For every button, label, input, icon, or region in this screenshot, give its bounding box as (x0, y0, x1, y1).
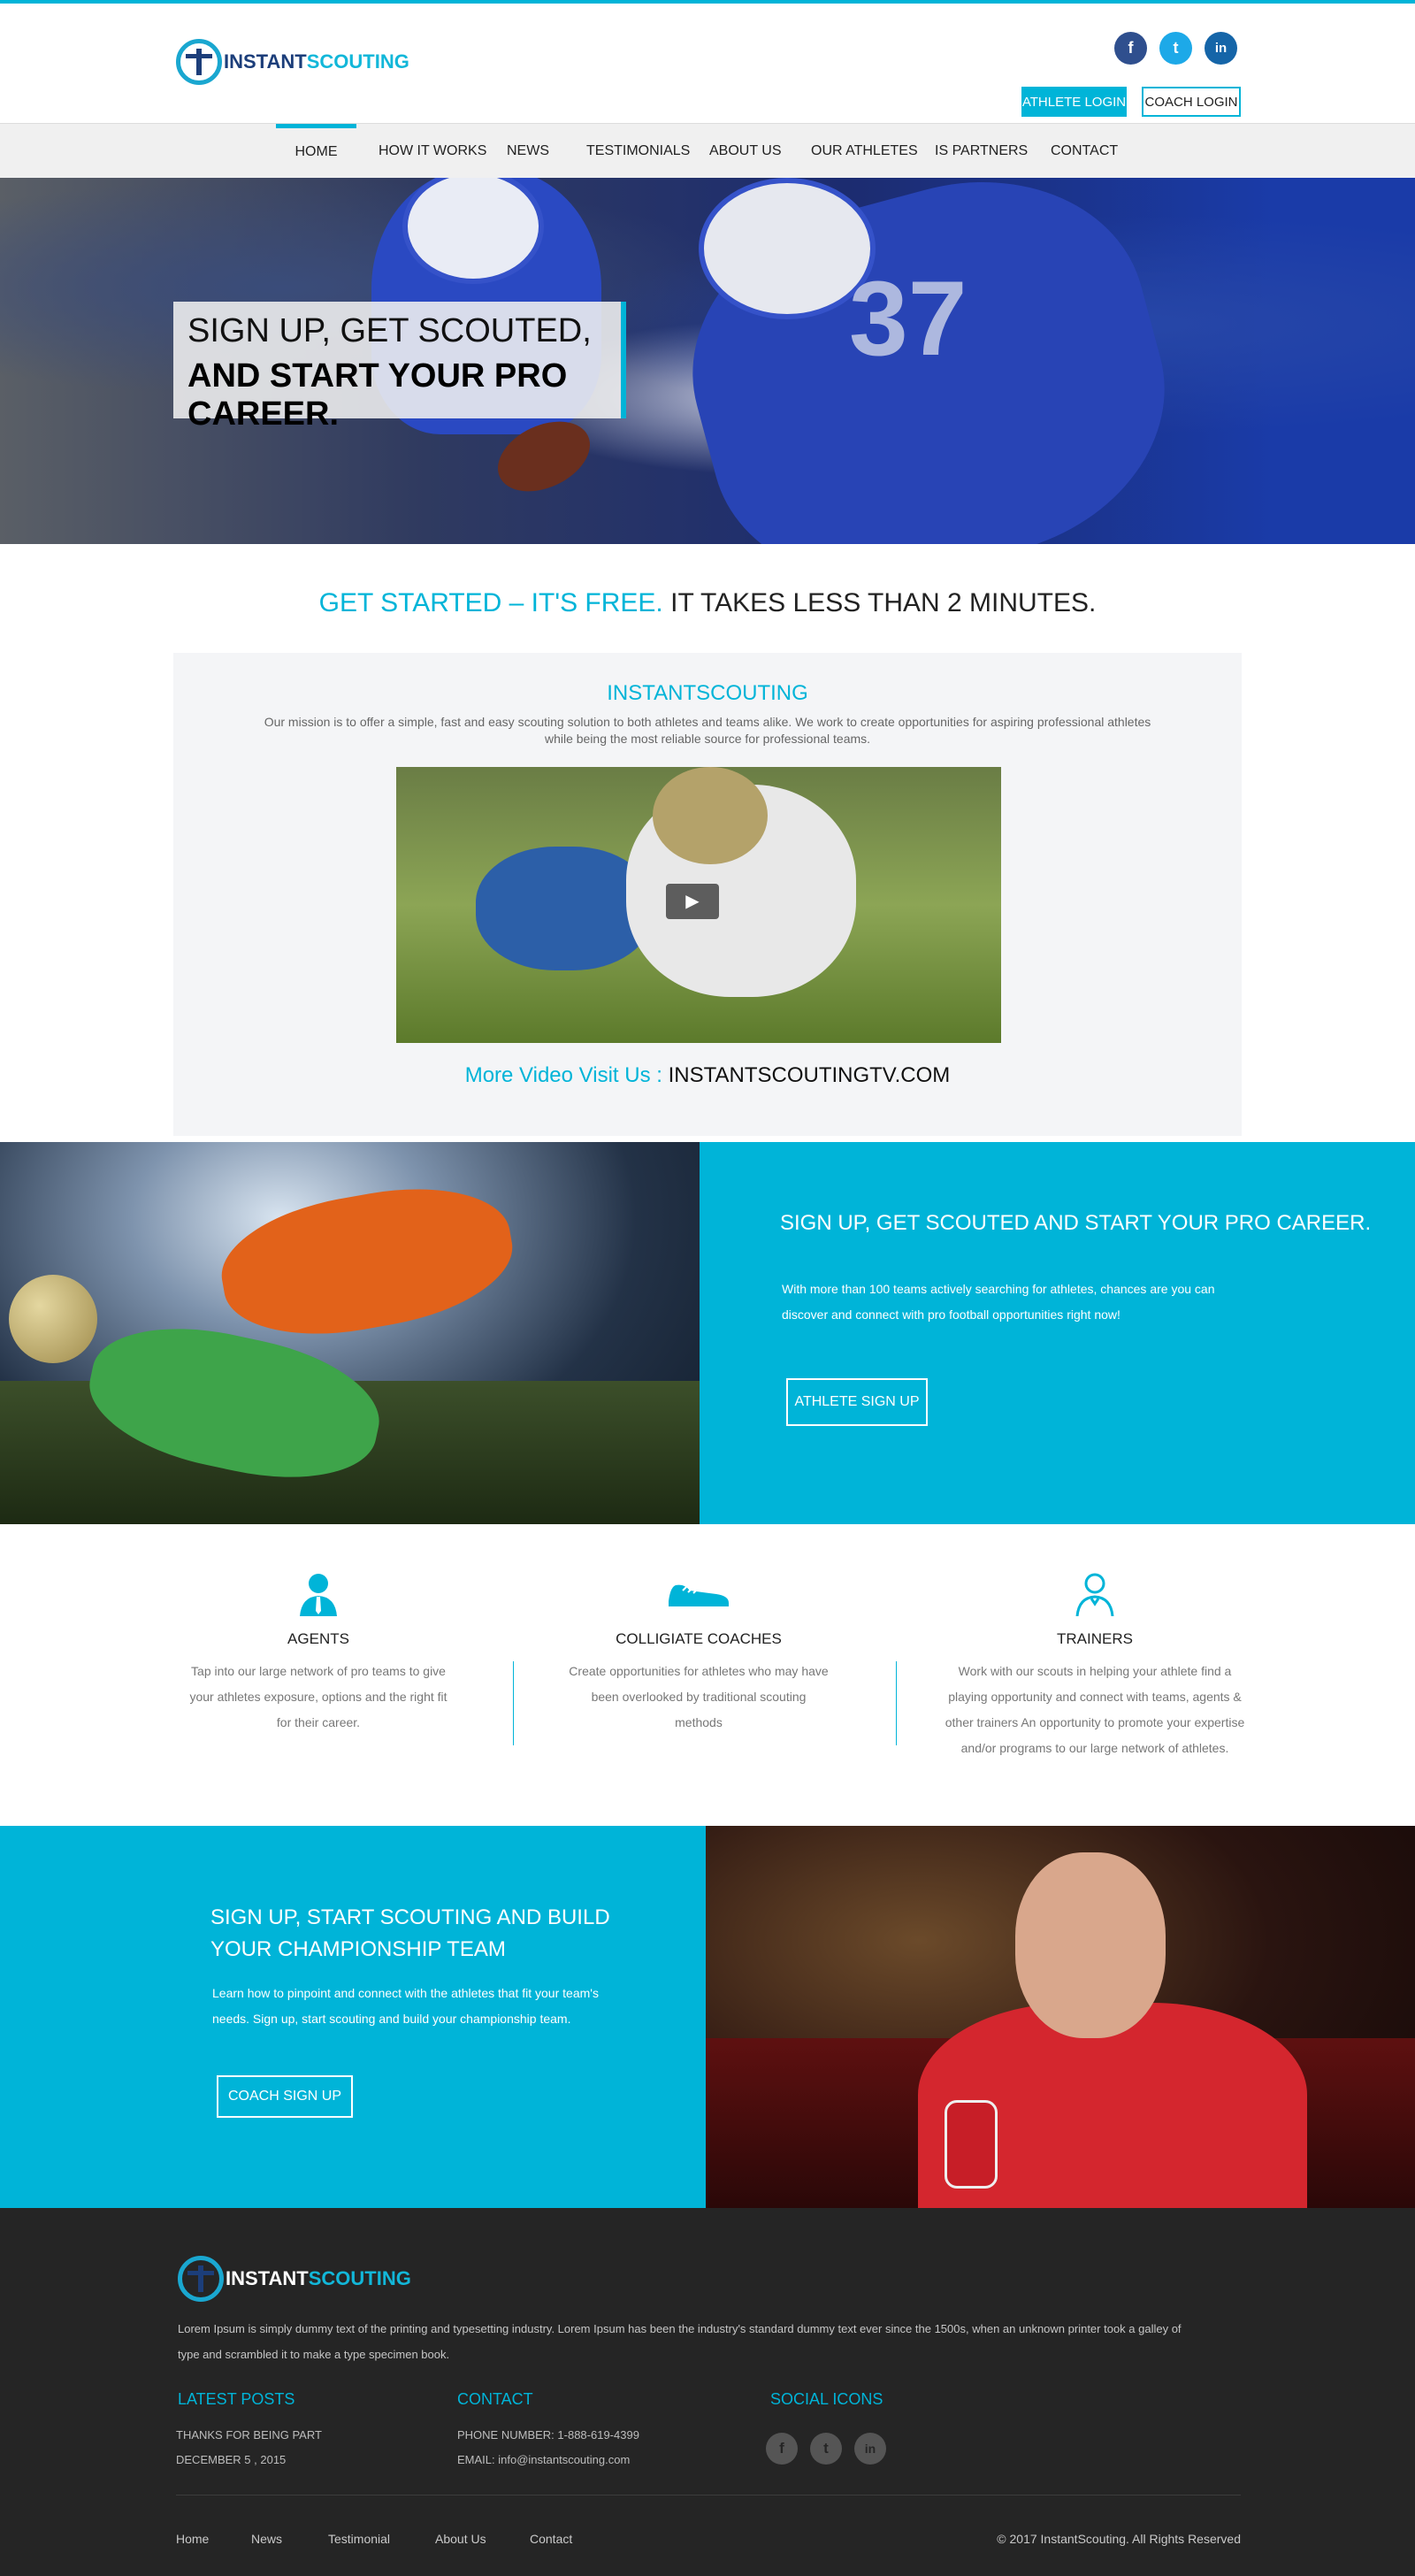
linkedin-icon[interactable]: in (854, 2433, 886, 2465)
facebook-icon[interactable]: f (1114, 32, 1147, 65)
get-started-highlight: GET STARTED – IT'S FREE. (318, 588, 663, 617)
more-video-link[interactable]: INSTANTSCOUTINGTV.COM (669, 1063, 951, 1087)
feature-agents-title: AGENTS (287, 1630, 349, 1647)
footer-divider (176, 2495, 1241, 2496)
linkedin-icon[interactable]: in (1205, 32, 1237, 65)
nav-item-testimonials[interactable]: TESTIMONIALS (586, 124, 690, 179)
features-section: AGENTS Tap into our large network of pro… (0, 1524, 1415, 1826)
nav-item-our-athletes[interactable]: OUR ATHLETES (811, 124, 918, 179)
mission-text: Our mission is to offer a simple, fast a… (264, 715, 1151, 746)
logo-mark-icon (176, 39, 222, 85)
footer-copyright: © 2017 InstantScouting. All Rights Reser… (997, 2532, 1241, 2546)
athlete-signup-text: With more than 100 teams actively search… (782, 1282, 1215, 1322)
nav-item-how-it-works[interactable]: HOW IT WORKS (379, 124, 486, 179)
footer-nav-home[interactable]: Home (176, 2532, 209, 2546)
hero-banner: 37 SIGN UP, GET SCOUTED, AND START YOUR … (0, 178, 1415, 544)
footer-nav-about-us[interactable]: About Us (435, 2532, 486, 2546)
coach-signup-section: SIGN UP, START SCOUTING AND BUILD YOUR C… (0, 1826, 1415, 2208)
mission-title: INSTANTSCOUTING (607, 681, 808, 705)
nav-item-is-partners[interactable]: IS PARTNERS (935, 124, 1028, 179)
coach-speaking-image (706, 1826, 1415, 2208)
footer-logo-text: INSTANTSCOUTING (226, 2267, 411, 2289)
contact-email[interactable]: EMAIL: info@instantscouting.com (457, 2453, 630, 2466)
footer-nav-news[interactable]: News (251, 2532, 282, 2546)
header-social-links: f t in (1114, 32, 1237, 65)
nav-item-contact[interactable]: CONTACT (1051, 124, 1118, 179)
site-logo[interactable]: INSTANTSCOUTING (176, 39, 409, 85)
site-footer: INSTANTSCOUTING Lorem Ipsum is simply du… (0, 2208, 1415, 2576)
site-header: INSTANTSCOUTING f t in ATHLETE LOGIN COA… (0, 4, 1415, 124)
logo-text: INSTANTSCOUTING (224, 50, 409, 73)
athlete-signup-button[interactable]: ATHLETE SIGN UP (786, 1378, 928, 1426)
latest-post-date: DECEMBER 5 , 2015 (176, 2453, 287, 2466)
coach-signup-text: Learn how to pinpoint and connect with t… (212, 1986, 599, 2026)
trainer-person-icon (1071, 1570, 1119, 1618)
social-icons-heading: SOCIAL ICONS (770, 2390, 883, 2408)
feature-coaches-title: COLLIGIATE COACHES (616, 1630, 782, 1647)
latest-post-link[interactable]: THANKS FOR BEING PART (176, 2428, 322, 2442)
agent-person-icon (294, 1570, 342, 1618)
play-icon[interactable]: ▶ (666, 884, 719, 919)
nav-item-home[interactable]: HOME (276, 124, 356, 179)
twitter-icon[interactable]: t (810, 2433, 842, 2465)
nav-item-news[interactable]: NEWS (507, 124, 549, 179)
sneaker-icon (663, 1570, 734, 1618)
footer-social-links: f t in (766, 2433, 886, 2465)
athlete-signup-panel: SIGN UP, GET SCOUTED AND START YOUR PRO … (700, 1142, 1415, 1524)
soccer-ball-image (9, 1275, 97, 1363)
athlete-signup-section: SIGN UP, GET SCOUTED AND START YOUR PRO … (0, 1142, 1415, 1524)
nav-item-about-us[interactable]: ABOUT US (709, 124, 782, 179)
feature-trainers: TRAINERS Work with our scouts in helping… (945, 1524, 1245, 1761)
footer-nav-contact[interactable]: Contact (530, 2532, 572, 2546)
facebook-icon[interactable]: f (766, 2433, 798, 2465)
more-video-line: More Video Visit Us : INSTANTSCOUTINGTV.… (173, 1063, 1242, 1088)
feature-trainers-title: TRAINERS (1057, 1630, 1133, 1647)
coach-face (1015, 1852, 1166, 2038)
footer-nav-testimonial[interactable]: Testimonial (328, 2532, 390, 2546)
feature-agents: AGENTS Tap into our large network of pro… (186, 1524, 451, 1736)
main-nav: HOME HOW IT WORKS NEWS TESTIMONIALS ABOU… (0, 123, 1415, 178)
coach-signup-panel: SIGN UP, START SCOUTING AND BUILD YOUR C… (0, 1826, 706, 2208)
footer-intro-text: Lorem Ipsum is simply dummy text of the … (178, 2322, 1182, 2361)
microphone-icon (945, 2100, 998, 2189)
coach-login-button[interactable]: COACH LOGIN (1142, 87, 1241, 117)
feature-agents-text: Tap into our large network of pro teams … (189, 1664, 447, 1729)
feature-coaches: COLLIGIATE COACHES Create opportunities … (566, 1524, 831, 1736)
feature-coaches-text: Create opportunities for athletes who ma… (569, 1664, 829, 1729)
video-helmet-image (653, 767, 768, 864)
feature-trainers-text: Work with our scouts in helping your ath… (945, 1664, 1245, 1755)
soccer-goalkeeper-image (0, 1142, 700, 1524)
feature-divider (513, 1661, 514, 1745)
mission-section: INSTANTSCOUTING Our mission is to offer … (173, 653, 1242, 1136)
more-video-label: More Video Visit Us : (464, 1063, 662, 1087)
player-orange-jersey (211, 1170, 523, 1353)
hero-headline-line2: AND START YOUR PRO CAREER. (187, 357, 568, 433)
coach-signup-button[interactable]: COACH SIGN UP (217, 2075, 353, 2118)
contact-heading: CONTACT (457, 2390, 533, 2408)
footer-logo[interactable]: INSTANTSCOUTING (178, 2256, 411, 2302)
twitter-icon[interactable]: t (1159, 32, 1192, 65)
feature-divider (896, 1661, 897, 1745)
athlete-signup-title: SIGN UP, GET SCOUTED AND START YOUR PRO … (780, 1211, 1372, 1235)
contact-phone: PHONE NUMBER: 1-888-619-4399 (457, 2428, 639, 2442)
coach-signup-title: SIGN UP, START SCOUTING AND BUILD YOUR C… (210, 1905, 610, 1961)
logo-mark-icon (178, 2256, 224, 2302)
athlete-login-button[interactable]: ATHLETE LOGIN (1021, 87, 1127, 117)
hero-headline-box: SIGN UP, GET SCOUTED, AND START YOUR PRO… (173, 302, 626, 433)
hero-jersey-number: 37 (849, 259, 968, 378)
latest-posts-heading: LATEST POSTS (178, 2390, 295, 2408)
get-started-heading: GET STARTED – IT'S FREE. IT TAKES LESS T… (0, 588, 1415, 618)
hero-headline-line1: SIGN UP, GET SCOUTED, (187, 312, 592, 349)
video-thumbnail[interactable]: ▶ (396, 767, 1001, 1043)
get-started-subtext: IT TAKES LESS THAN 2 MINUTES. (670, 588, 1097, 617)
